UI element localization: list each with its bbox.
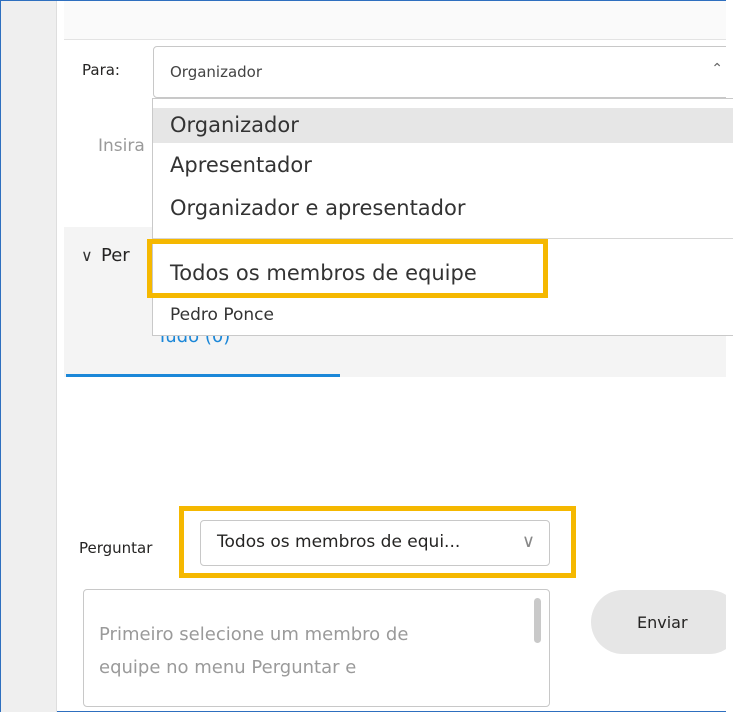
tab-all-underline	[66, 374, 340, 377]
question-input[interactable]: Primeiro selecione um membro de equipe n…	[83, 589, 550, 707]
para-select-value: Organizador	[170, 63, 263, 81]
question-placeholder-line2: equipe no menu Perguntar e	[99, 657, 357, 678]
option-organizador-e-apresentador[interactable]: Organizador e apresentador	[153, 191, 733, 226]
left-gutter	[1, 1, 57, 712]
para-select[interactable]: Organizador ⌃	[153, 46, 733, 98]
perguntar-select[interactable]: Todos os membros de equi... ∨	[200, 520, 550, 566]
chevron-down-icon: ∨	[521, 531, 535, 552]
para-label: Para:	[82, 61, 120, 79]
participants-section-label[interactable]: Per	[101, 245, 130, 266]
chevron-up-icon: ⌃	[711, 61, 723, 77]
question-placeholder-line1: Primeiro selecione um membro de	[99, 624, 409, 645]
option-apresentador[interactable]: Apresentador	[153, 148, 733, 183]
dropdown-divider	[153, 238, 733, 239]
para-dropdown-list: Organizador Apresentador Organizador e a…	[152, 98, 733, 336]
chevron-down-icon[interactable]: ∨	[81, 246, 93, 265]
question-placeholder: Primeiro selecione um membro de equipe n…	[99, 618, 519, 684]
send-button[interactable]: Enviar	[591, 590, 733, 654]
top-bar	[64, 1, 733, 40]
perguntar-label: Perguntar	[79, 539, 153, 557]
option-todos-os-membros[interactable]: Todos os membros de equipe	[153, 256, 733, 291]
option-pedro-ponce[interactable]: Pedro Ponce	[153, 301, 733, 329]
perguntar-select-value: Todos os membros de equi...	[217, 532, 461, 552]
message-input-placeholder[interactable]: Insira	[98, 136, 145, 156]
scrollbar-thumb[interactable]	[534, 598, 541, 643]
option-organizador[interactable]: Organizador	[153, 108, 733, 143]
